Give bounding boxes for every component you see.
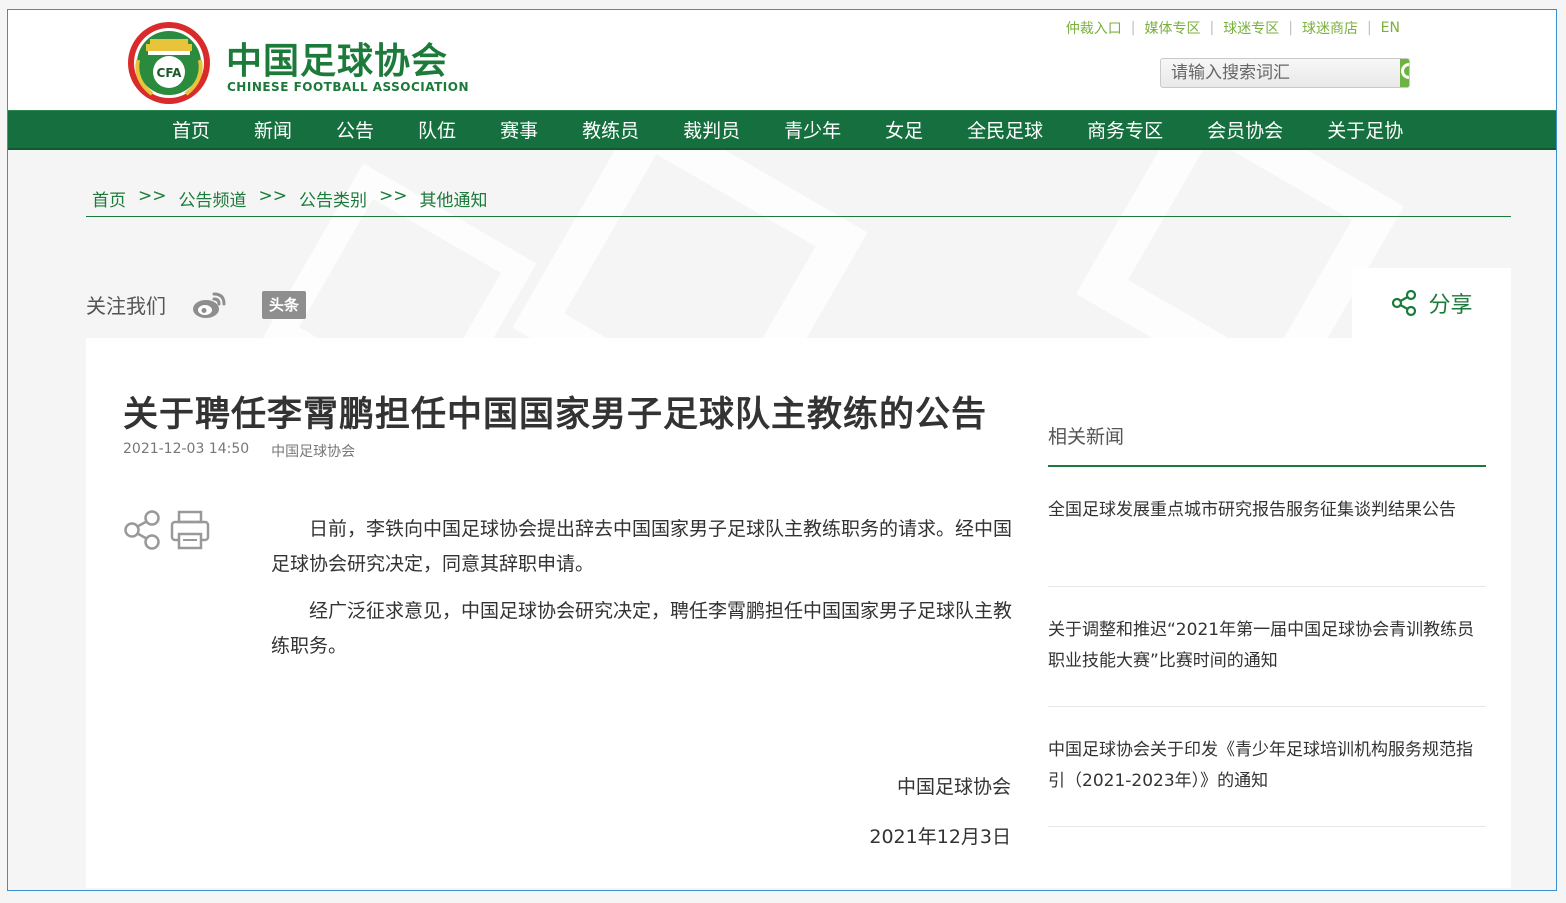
nav-item-home[interactable]: 首页 — [172, 111, 210, 148]
site-header: CFA 中国足球协会 CHINESE FOOTBALL ASSOCIATION … — [8, 10, 1556, 110]
search-input[interactable] — [1161, 59, 1400, 87]
related-news-item[interactable]: 全国足球发展重点城市研究报告服务征集谈判结果公告 — [1048, 467, 1486, 587]
follow-us-bar: 关注我们 头条 — [86, 290, 306, 319]
nav-item-grassroots[interactable]: 全民足球 — [967, 111, 1043, 148]
article-datetime: 2021-12-03 14:50 — [123, 441, 250, 457]
breadcrumb-category[interactable]: 公告类别 — [299, 186, 367, 211]
article-signature: 中国足球协会 2021年12月3日 — [869, 772, 1011, 849]
breadcrumb-current[interactable]: 其他通知 — [420, 186, 488, 211]
breadcrumb-home[interactable]: 首页 — [92, 186, 126, 211]
share-label: 分享 — [1428, 293, 1473, 318]
article-meta: 2021-12-03 14:50 中国足球协会 — [123, 441, 355, 461]
breadcrumb-separator: >> — [258, 186, 288, 206]
logo-chinese-name: 中国足球协会 — [226, 41, 449, 82]
related-news-item[interactable]: 中国足球协会关于印发《青少年足球培训机构服务规范指引（2021-2023年）》的… — [1048, 707, 1486, 827]
related-news-title: 相关新闻 — [1048, 422, 1486, 467]
share-icon[interactable] — [122, 508, 164, 552]
nav-item-about[interactable]: 关于足协 — [1327, 111, 1403, 148]
top-link-separator: | — [1288, 20, 1293, 36]
article-tools — [122, 508, 211, 598]
breadcrumb-channel[interactable]: 公告频道 — [179, 186, 247, 211]
site-logo[interactable]: CFA 中国足球协会 CHINESE FOOTBALL ASSOCIATION — [126, 18, 470, 110]
cfa-emblem-icon: CFA — [128, 22, 210, 104]
article-source: 中国足球协会 — [271, 444, 356, 460]
nav-item-referees[interactable]: 裁判员 — [683, 111, 740, 148]
search-icon — [1401, 63, 1409, 79]
nav-item-teams[interactable]: 队伍 — [418, 111, 456, 148]
article-title: 关于聘任李霄鹏担任中国国家男子足球队主教练的公告 — [123, 395, 988, 435]
nav-item-announcements[interactable]: 公告 — [336, 111, 374, 148]
article-panel: 关于聘任李霄鹏担任中国国家男子足球队主教练的公告 2021-12-03 14:5… — [86, 338, 1511, 888]
weibo-icon[interactable] — [192, 291, 226, 319]
main-nav: 首页 新闻 公告 队伍 赛事 教练员 裁判员 青少年 女足 全民足球 商务专区 … — [8, 110, 1556, 150]
toutiao-icon[interactable]: 头条 — [262, 290, 306, 319]
logo-english-name: CHINESE FOOTBALL ASSOCIATION — [227, 80, 470, 94]
nav-item-youth[interactable]: 青少年 — [784, 111, 841, 148]
top-link-english[interactable]: EN — [1381, 20, 1400, 36]
breadcrumb-separator: >> — [138, 186, 167, 206]
top-link-separator: | — [1130, 20, 1136, 36]
top-links: 仲裁入口 | 媒体专区 | 球迷专区 | 球迷商店 | EN — [1066, 18, 1400, 38]
top-link-media[interactable]: 媒体专区 — [1145, 18, 1201, 38]
print-icon[interactable] — [169, 508, 211, 552]
share-icon — [1392, 289, 1417, 317]
breadcrumb: 首页 >> 公告频道 >> 公告类别 >> 其他通知 — [92, 186, 488, 211]
article-paragraph: 经广泛征求意见，中国足球协会研究决定，聘任李霄鹏担任中国国家男子足球队主教练职务… — [271, 600, 1013, 657]
top-link-arbitration[interactable]: 仲裁入口 — [1066, 18, 1122, 38]
nav-item-women[interactable]: 女足 — [885, 111, 923, 148]
nav-item-coaches[interactable]: 教练员 — [582, 111, 639, 148]
related-news-item[interactable]: 关于调整和推迟“2021年第一届中国足球协会青训教练员职业技能大赛”比赛时间的通… — [1048, 587, 1486, 707]
breadcrumb-divider — [86, 216, 1511, 217]
nav-item-members[interactable]: 会员协会 — [1207, 111, 1283, 148]
nav-item-matches[interactable]: 赛事 — [500, 111, 538, 148]
breadcrumb-separator: >> — [379, 186, 408, 206]
share-button[interactable]: 分享 — [1352, 268, 1511, 338]
top-link-separator: | — [1209, 20, 1215, 36]
nav-item-news[interactable]: 新闻 — [254, 111, 292, 148]
top-link-store[interactable]: 球迷商店 — [1302, 18, 1358, 38]
follow-us-label: 关注我们 — [86, 294, 166, 318]
search-box — [1160, 58, 1410, 88]
top-link-separator: | — [1366, 20, 1372, 36]
emblem-text: CFA — [157, 66, 183, 80]
search-button[interactable] — [1400, 59, 1409, 87]
signature-org: 中国足球协会 — [896, 776, 1011, 798]
related-news: 相关新闻 全国足球发展重点城市研究报告服务征集谈判结果公告 关于调整和推迟“20… — [1048, 422, 1486, 827]
article-paragraph: 日前，李铁向中国足球协会提出辞去中国国家男子足球队主教练职务的请求。经中国足球协… — [271, 518, 1013, 575]
signature-date: 2021年12月3日 — [869, 826, 1011, 848]
nav-item-business[interactable]: 商务专区 — [1087, 111, 1163, 148]
top-link-fans[interactable]: 球迷专区 — [1223, 18, 1279, 38]
article-body: 日前，李铁向中国足球协会提出辞去中国国家男子足球队主教练职务的请求。经中国足球协… — [271, 512, 1013, 676]
